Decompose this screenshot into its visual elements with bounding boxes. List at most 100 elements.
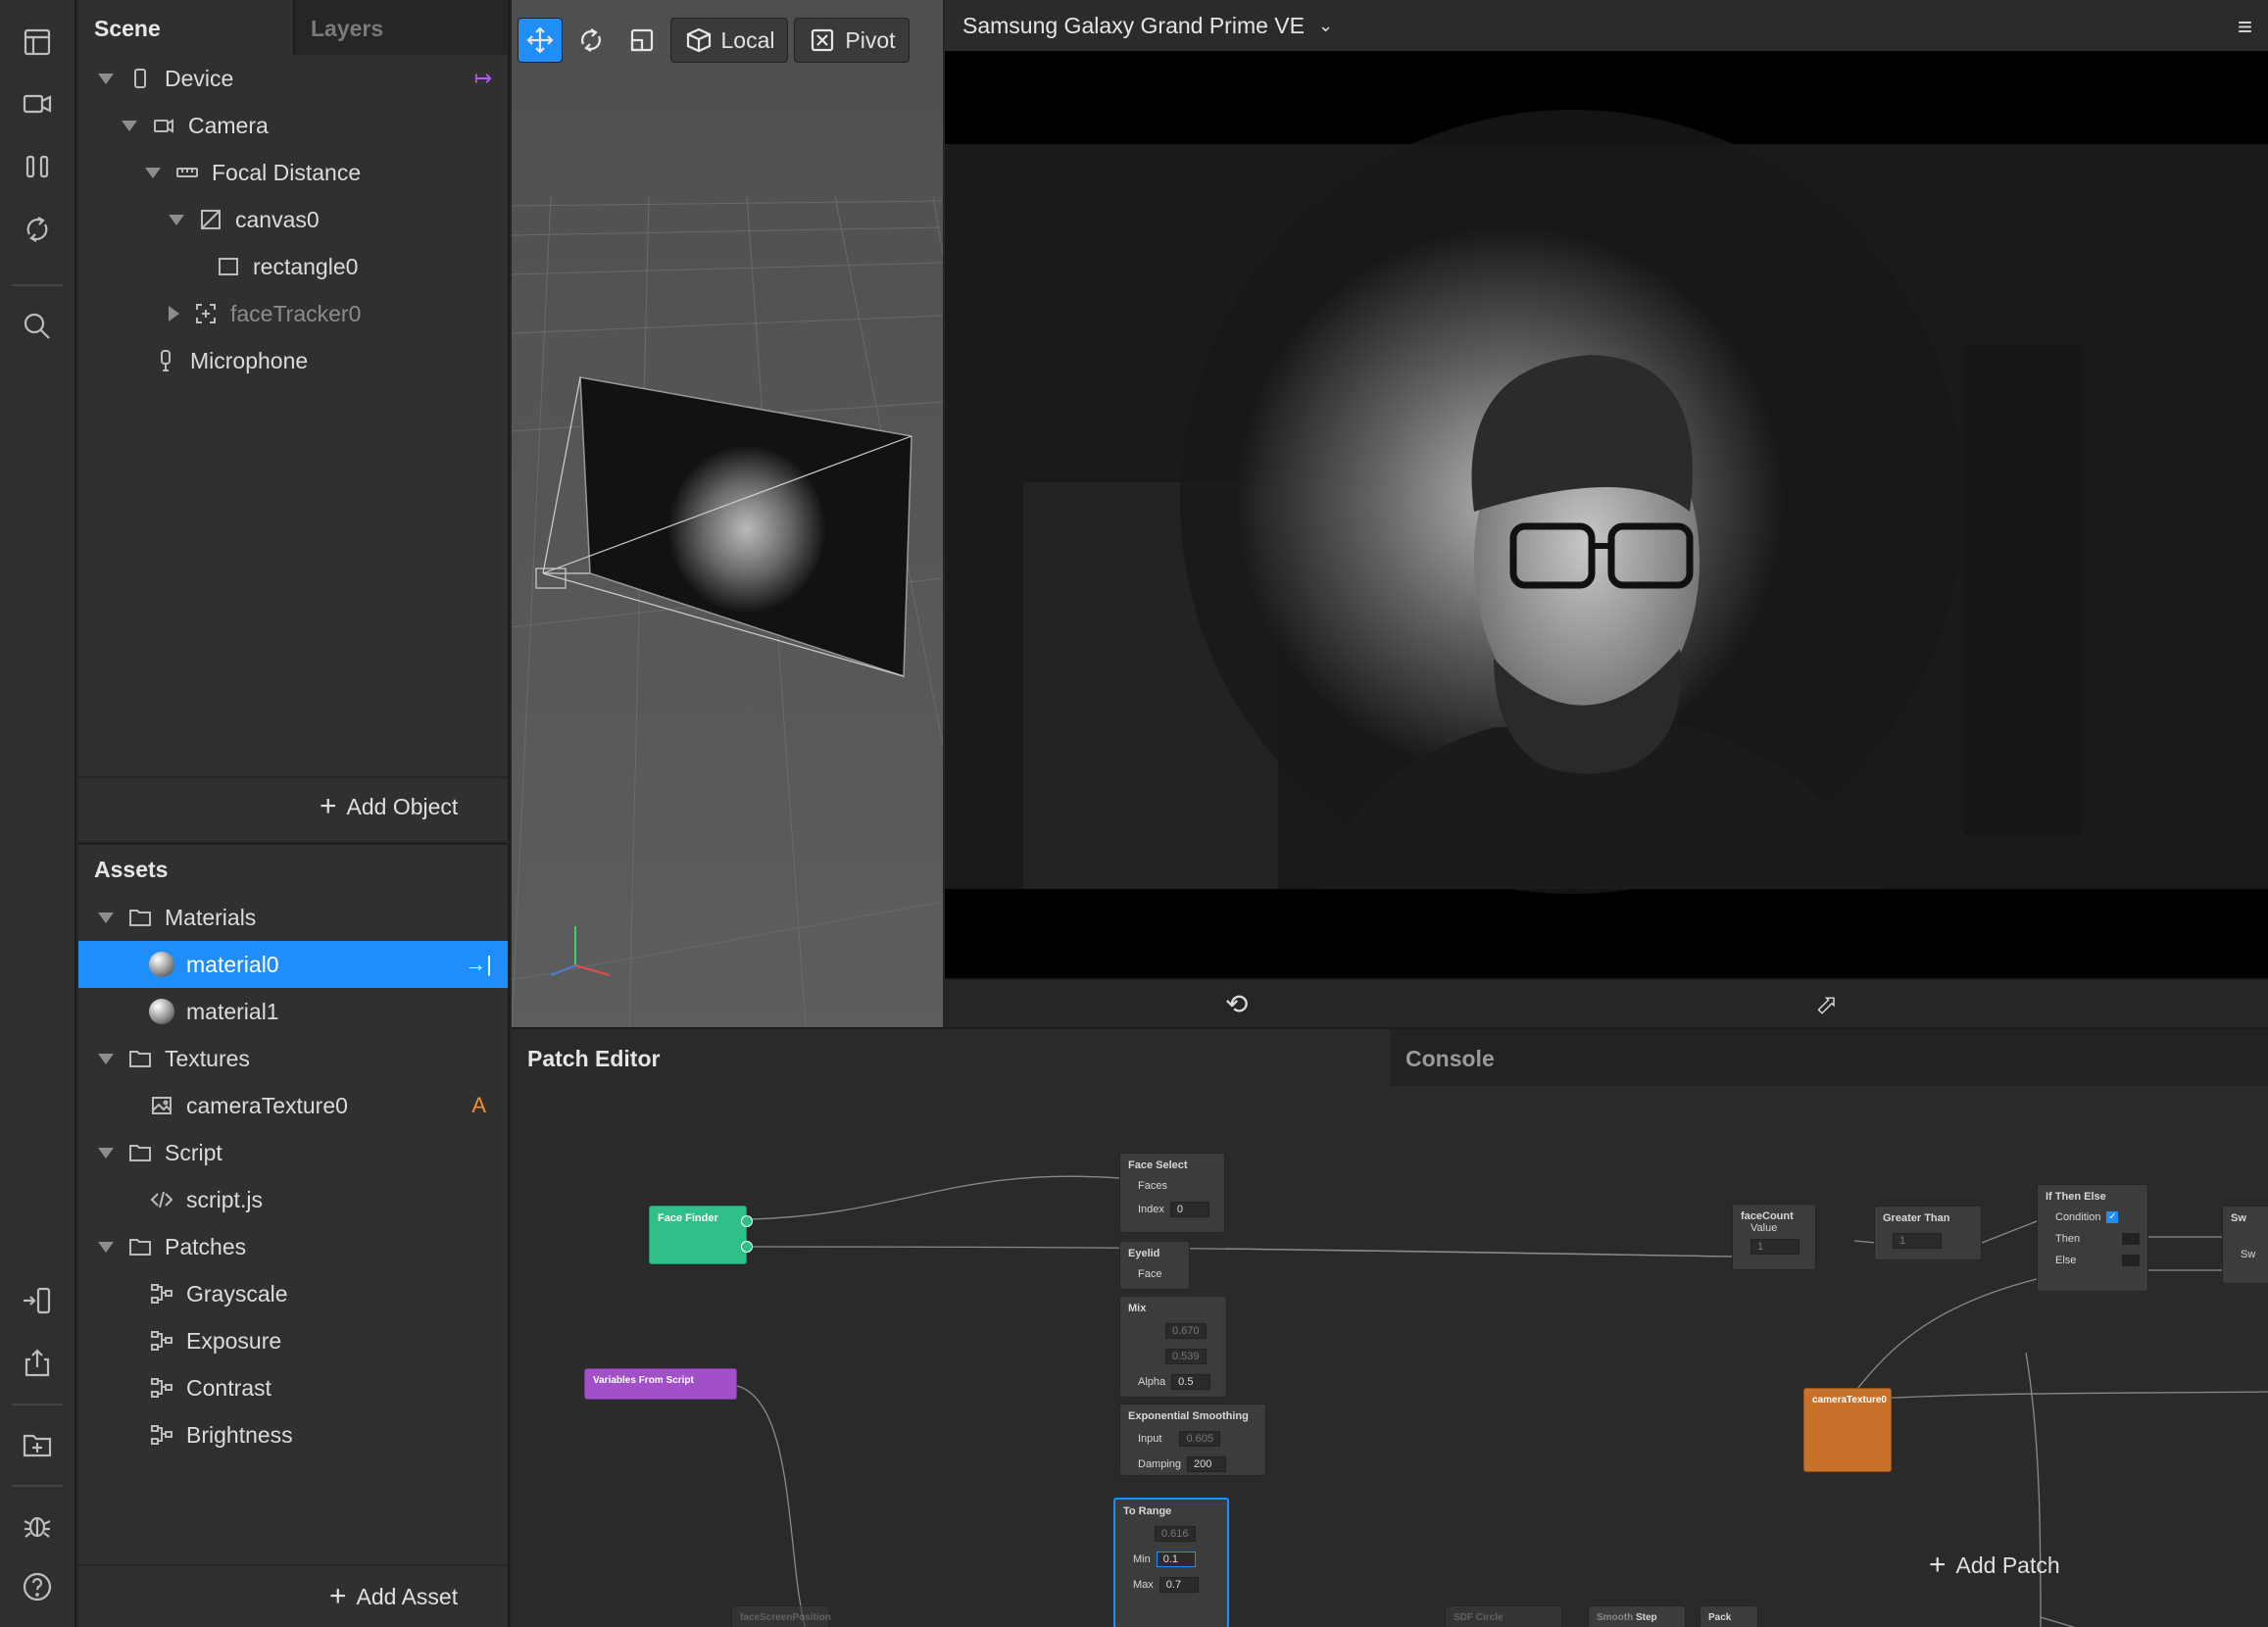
tree-item-microphone[interactable]: Microphone	[78, 337, 508, 384]
tree-item-device[interactable]: Device ↦	[78, 55, 508, 102]
port-face[interactable]: Face	[1120, 1263, 1189, 1285]
video-camera-icon[interactable]	[17, 83, 58, 124]
tree-item-contrast[interactable]: Contrast	[78, 1364, 508, 1411]
local-space-button[interactable]: Local	[670, 18, 788, 63]
condition-checkbox[interactable]: ✓	[2106, 1211, 2119, 1223]
pause-columns-icon[interactable]	[17, 146, 58, 187]
expand-icon[interactable]	[122, 120, 137, 131]
expand-icon[interactable]	[169, 306, 179, 321]
tree-item-materials[interactable]: Materials	[78, 894, 508, 941]
search-icon[interactable]	[17, 306, 58, 347]
node-to-range[interactable]: To Range 0.616 Min 0.1 Max 0.7	[1113, 1498, 1229, 1627]
output-port[interactable]	[741, 1241, 753, 1253]
expand-icon[interactable]	[169, 214, 184, 225]
port-input[interactable]: Input 0.605	[1120, 1426, 1265, 1452]
tree-item-focal-distance[interactable]: Focal Distance	[78, 149, 508, 196]
node-if-then-else[interactable]: If Then Else Condition ✓ Then Else	[2037, 1184, 2148, 1292]
link-arrow-icon[interactable]: →|	[465, 952, 492, 977]
tree-item-textures[interactable]: Textures	[78, 1035, 508, 1082]
expand-icon[interactable]	[98, 73, 114, 84]
port-max[interactable]: Max 0.7	[1115, 1572, 1227, 1598]
layout-icon[interactable]	[17, 22, 58, 63]
tree-item-script[interactable]: Script	[78, 1129, 508, 1176]
node-exponential-smoothing[interactable]: Exponential Smoothing Input 0.605 Damping…	[1119, 1404, 1266, 1476]
add-object-button[interactable]: + Add Object	[320, 792, 458, 821]
tree-item-facetracker0[interactable]: faceTracker0	[78, 290, 508, 337]
port-faces[interactable]: Faces	[1120, 1175, 1224, 1197]
chevron-down-icon[interactable]: ⌄	[1318, 16, 1333, 36]
port-then[interactable]: Then	[2038, 1228, 2147, 1250]
port-alpha[interactable]: Alpha 0.5	[1120, 1369, 1226, 1395]
move-tool-button[interactable]	[518, 18, 563, 63]
tree-item-camera[interactable]: Camera	[78, 102, 508, 149]
node-sdf-circle[interactable]: SDF Circle	[1445, 1605, 1562, 1627]
node-face-screen-position[interactable]: faceScreenPosition	[731, 1605, 831, 1627]
tree-item-canvas0[interactable]: canvas0	[78, 196, 508, 243]
share-icon[interactable]	[17, 1343, 58, 1384]
node-face-finder[interactable]: Face Finder	[649, 1206, 747, 1264]
port-else[interactable]: Else	[2038, 1250, 2147, 1271]
tree-item-rectangle0[interactable]: rectangle0	[78, 243, 508, 290]
port-index[interactable]: Index 0	[1120, 1197, 1224, 1222]
tree-item-brightness[interactable]: Brightness	[78, 1411, 508, 1458]
tree-item-material1[interactable]: material1	[78, 988, 508, 1035]
port-switch[interactable]: Sw	[2223, 1244, 2268, 1265]
damping-value[interactable]: 200	[1187, 1456, 1227, 1472]
node-face-select[interactable]: Face Select Faces Index 0	[1119, 1153, 1225, 1233]
port-damping[interactable]: Damping 200	[1120, 1452, 1265, 1477]
expand-icon[interactable]	[98, 1241, 114, 1253]
node-title: To Range	[1123, 1505, 1172, 1517]
open-external-icon[interactable]: ⬀	[1815, 988, 1838, 1020]
scene-viewport[interactable]: Local Pivot	[512, 0, 943, 1027]
node-mix[interactable]: Mix 0.670 0.539 Alpha 0.5	[1119, 1296, 1227, 1398]
pivot-button[interactable]: Pivot	[794, 18, 910, 63]
tree-item-exposure[interactable]: Exposure	[78, 1317, 508, 1364]
node-greater-than[interactable]: Greater Than 1	[1874, 1206, 1982, 1260]
node-eyelid[interactable]: Eyelid Face	[1119, 1241, 1190, 1290]
device-select[interactable]: Samsung Galaxy Grand Prime VE	[962, 13, 1305, 39]
tree-item-cameratexture0[interactable]: cameraTexture0 A	[78, 1082, 508, 1129]
tree-item-grayscale[interactable]: Grayscale	[78, 1270, 508, 1317]
tab-scene[interactable]: Scene	[78, 0, 293, 55]
debug-bug-icon[interactable]	[17, 1504, 58, 1546]
node-smooth-step[interactable]: Smooth Step	[1588, 1605, 1686, 1627]
tab-layers[interactable]: Layers	[293, 0, 508, 55]
node-pack[interactable]: Pack	[1700, 1605, 1758, 1627]
expand-icon[interactable]	[98, 1053, 114, 1064]
port-value[interactable]: 1	[1733, 1234, 1815, 1259]
add-folder-icon[interactable]	[17, 1424, 58, 1465]
index-value[interactable]: 0	[1169, 1202, 1209, 1217]
tree-item-patches[interactable]: Patches	[78, 1223, 508, 1270]
port-value[interactable]: 1	[1875, 1228, 1981, 1254]
port-input-2[interactable]: 0.539	[1120, 1344, 1226, 1369]
rotate-tool-button[interactable]	[568, 18, 614, 63]
refresh-icon[interactable]	[17, 209, 58, 250]
port-condition[interactable]: Condition ✓	[2038, 1207, 2147, 1228]
port-input-1[interactable]: 0.670	[1120, 1318, 1226, 1344]
node-camera-texture[interactable]: cameraTexture0	[1803, 1388, 1892, 1472]
add-patch-button[interactable]: + Add Patch	[1929, 1551, 2060, 1580]
rotate-device-icon[interactable]: ⟲	[1225, 988, 1248, 1020]
scale-tool-button[interactable]	[619, 18, 665, 63]
expand-icon[interactable]	[98, 1147, 114, 1159]
max-value[interactable]: 0.7	[1159, 1577, 1199, 1593]
tree-item-material0[interactable]: material0 →|	[78, 941, 508, 988]
port-value[interactable]: 0.616	[1115, 1521, 1227, 1547]
node-variables-from-script[interactable]: Variables From Script	[584, 1368, 737, 1400]
output-port[interactable]	[741, 1215, 753, 1227]
tree-item-script-js[interactable]: script.js	[78, 1176, 508, 1223]
help-icon[interactable]	[17, 1566, 58, 1607]
link-arrow-icon[interactable]: ↦	[474, 66, 492, 91]
add-asset-button[interactable]: + Add Asset	[329, 1582, 458, 1611]
min-value[interactable]: 0.1	[1156, 1552, 1196, 1567]
expand-icon[interactable]	[145, 167, 161, 178]
send-to-device-icon[interactable]	[17, 1280, 58, 1321]
node-face-count[interactable]: faceCount Value 1	[1732, 1204, 1816, 1270]
expand-icon[interactable]	[98, 912, 114, 923]
alpha-value[interactable]: 0.5	[1171, 1374, 1211, 1390]
hamburger-menu-icon[interactable]: ≡	[2238, 12, 2252, 42]
patch-editor[interactable]: Patch Editor Console Face Finder Variabl…	[512, 1027, 2268, 1627]
node-switch[interactable]: Sw Sw	[2222, 1206, 2268, 1284]
port-min[interactable]: Min 0.1	[1115, 1547, 1227, 1572]
face-tracker-icon	[193, 301, 219, 326]
